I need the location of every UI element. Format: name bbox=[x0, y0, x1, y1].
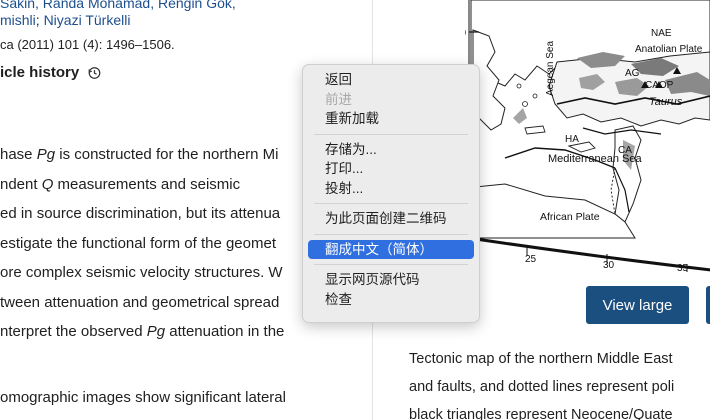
map-label: AG bbox=[625, 68, 640, 79]
caption-line: and faults, and dotted lines represent p… bbox=[409, 379, 675, 395]
context-menu-item[interactable]: 检查 bbox=[308, 290, 474, 310]
map-label: Anatolian Plate bbox=[635, 44, 703, 55]
map-label: Mediterranean Sea bbox=[548, 153, 642, 165]
map-label: 35 bbox=[677, 263, 689, 274]
abstract-line-text: ndent bbox=[0, 175, 42, 193]
context-menu-item[interactable]: 存储为... bbox=[308, 140, 474, 160]
map-label: Aegean Sea bbox=[545, 41, 556, 96]
map-label: NAE bbox=[651, 28, 672, 39]
tectonic-map-image: 40 Aegean Sea NAE Anatolian Plate AG CAO… bbox=[465, 0, 710, 278]
context-menu-item[interactable]: 返回 bbox=[308, 70, 474, 90]
abstract-line-text: tween attenuation and geometrical spread bbox=[0, 293, 280, 311]
citation: ca (2011) 101 (4): 1496–1506. bbox=[0, 37, 175, 52]
abstract-line-text: hase bbox=[0, 146, 37, 163]
context-menu-item[interactable]: 为此页面创建二维码 bbox=[308, 209, 474, 229]
author-separator: ; bbox=[35, 12, 40, 28]
abstract-line-text: is constructed for the northern Mi bbox=[55, 146, 279, 163]
context-menu-item: 前进 bbox=[325, 91, 352, 107]
author-link[interactable]: mishli bbox=[0, 12, 36, 28]
history-clock-icon bbox=[88, 67, 101, 79]
view-large-button[interactable]: View large bbox=[586, 286, 689, 324]
abstract-line-text: nterpret the observed bbox=[0, 323, 147, 340]
abstract-line-text: ed in source discrimination, but its att… bbox=[0, 205, 281, 222]
map-label: Taurus bbox=[649, 96, 683, 108]
abstract-text-line: omographic images show significant later… bbox=[0, 389, 286, 406]
article-history-toggle[interactable]: icle history bbox=[0, 64, 102, 81]
abstract-line-text: ore complex seismic velocity structures.… bbox=[0, 264, 283, 281]
menu-separator bbox=[314, 233, 468, 235]
context-menu: 返回 前进重新加载存储为... 打印... 投射... 为此页面创建二维码 翻成中文（简体… bbox=[302, 64, 480, 323]
abstract-line-italic: Pg bbox=[146, 323, 166, 340]
menu-separator bbox=[314, 264, 468, 265]
map-label: African Plate bbox=[540, 211, 600, 223]
map-label: CAOP bbox=[645, 80, 674, 91]
abstract-line-text: estigate the functional form of the geom… bbox=[0, 234, 276, 252]
caption-line: black triangles represent Neocene/Quate bbox=[409, 407, 673, 420]
context-menu-item[interactable]: 显示网页源代码 bbox=[308, 270, 474, 290]
download-slide-button[interactable] bbox=[706, 286, 710, 324]
figure-caption: Tectonic map of the northern Middle East… bbox=[409, 345, 710, 420]
abstract-line-text: attenuation in the bbox=[165, 323, 285, 340]
map-label: 25 bbox=[525, 254, 537, 265]
article-history-heading: icle history bbox=[0, 64, 80, 81]
author-link[interactable]: Niyazi Türkelli bbox=[44, 12, 131, 28]
context-menu-item[interactable]: 翻成中文（简体） bbox=[308, 239, 474, 259]
menu-separator bbox=[314, 203, 468, 204]
context-menu-item[interactable]: 打印... bbox=[308, 159, 474, 179]
map-label: 30 bbox=[603, 260, 615, 271]
caption-line: Tectonic map of the northern Middle East bbox=[409, 351, 673, 367]
context-menu-item[interactable]: 重新加载 bbox=[308, 109, 474, 129]
abstract-line-italic: Pg bbox=[36, 146, 56, 163]
map-label: HA bbox=[565, 134, 579, 145]
author-link[interactable]: Sakin, Randa Mohamad, Rengin Gök, bbox=[0, 0, 236, 11]
menu-separator bbox=[314, 133, 468, 135]
abstract-line-text: measurements and seismic bbox=[53, 175, 241, 193]
author-list: Sakin, Randa Mohamad, Rengin Gök, mishli… bbox=[0, 0, 236, 29]
abstract-line-italic: Q bbox=[41, 175, 54, 193]
context-menu-item[interactable]: 投射... bbox=[308, 179, 474, 199]
